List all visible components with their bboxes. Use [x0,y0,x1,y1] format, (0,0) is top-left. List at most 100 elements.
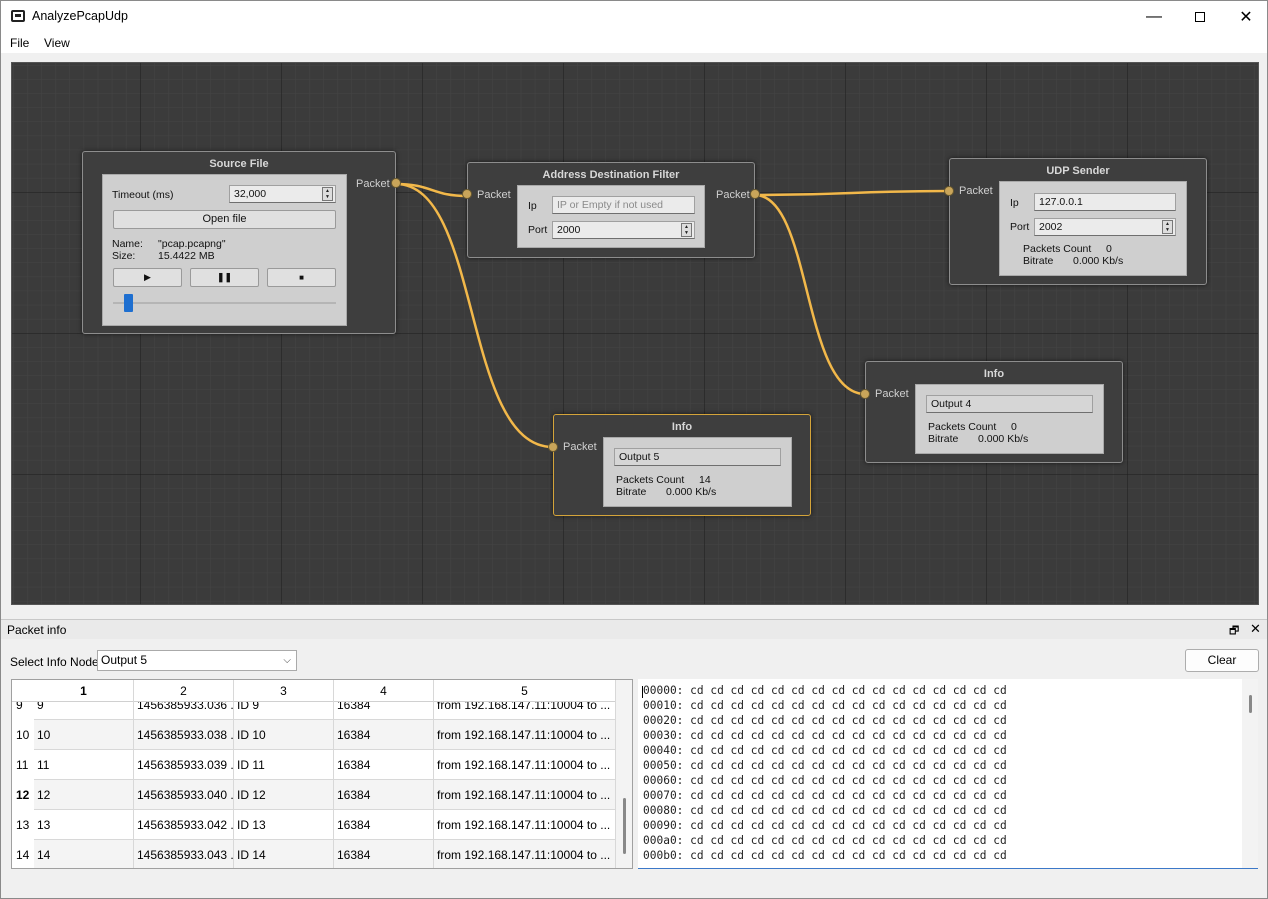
file-size-value: 15.4422 MB [158,250,215,262]
column-header-1[interactable]: 1 [34,680,134,702]
table-row[interactable]: 10 10 1456385933.038 ... ID 10 16384 from 192… [12,720,616,750]
table-cell[interactable]: 1456385933.038 ... [134,720,234,750]
progress-slider-handle[interactable] [123,294,133,312]
table-row[interactable]: 14 14 1456385933.043 ... ID 14 16384 from 192… [12,840,616,868]
spin-arrows-icon[interactable]: ▲ ▼ [1162,220,1173,234]
input-port-dot[interactable] [944,186,954,196]
hex-line: 00020: cd cd cd cd cd cd cd cd cd cd cd … [643,714,1007,727]
output-name-field[interactable]: Output 4 [926,395,1093,413]
row-header[interactable]: 12 [12,780,34,810]
spin-arrows-icon[interactable]: ▲ ▼ [681,223,692,237]
ip-label: Ip [528,200,537,212]
ip-input[interactable]: IP or Empty if not used [552,196,695,214]
table-cell[interactable]: 14 [34,840,134,868]
output-name-field[interactable]: Output 5 [614,448,781,466]
hex-line: 000b0: cd cd cd cd cd cd cd cd cd cd cd … [643,849,1007,862]
output-port-label: Packet [356,178,390,190]
table-cell[interactable]: ID 13 [234,810,334,840]
info-node-select[interactable]: Output 5 ⌵ [97,650,297,671]
output-port-dot[interactable] [391,178,401,188]
table-cell[interactable]: 16384 [334,810,434,840]
table-cell[interactable]: from 192.168.147.11:10004 to ... [434,810,616,840]
timeout-spinbox[interactable]: 32,000 ▲ ▼ [229,185,336,203]
stop-button[interactable]: ■ [267,268,336,287]
column-header-4[interactable]: 4 [334,680,434,702]
table-cell[interactable]: 12 [34,780,134,810]
table-row[interactable]: 13 13 1456385933.042 ... ID 13 16384 from 192… [12,810,616,840]
table-cell[interactable]: 16384 [334,750,434,780]
stop-icon: ■ [299,273,304,282]
ip-input[interactable]: 127.0.0.1 [1034,193,1176,211]
maximize-button[interactable] [1177,1,1223,33]
table-cell[interactable]: ID 10 [234,720,334,750]
hex-view[interactable]: 00000: cd cd cd cd cd cd cd cd cd cd cd … [638,679,1258,869]
column-header-2[interactable]: 2 [134,680,234,702]
play-button[interactable]: ▶ [113,268,182,287]
row-header[interactable]: 13 [12,810,34,840]
hex-line: 00010: cd cd cd cd cd cd cd cd cd cd cd … [643,699,1007,712]
table-cell[interactable]: from 192.168.147.11:10004 to ... [434,780,616,810]
scrollbar-thumb[interactable] [1249,695,1252,713]
port-spinbox[interactable]: 2000 ▲ ▼ [552,221,695,239]
table-row[interactable]: 11 11 1456385933.039 ... ID 11 16384 from 192… [12,750,616,780]
table-vertical-scrollbar[interactable] [616,680,632,868]
table-cell[interactable]: ID 14 [234,840,334,868]
close-dock-icon[interactable]: ✕ [1250,621,1261,637]
hex-line: 00040: cd cd cd cd cd cd cd cd cd cd cd … [643,744,1007,757]
menu-view[interactable]: View [44,36,70,50]
table-cell[interactable]: 16384 [334,720,434,750]
row-header[interactable]: 14 [12,840,34,868]
table-cell[interactable]: 13 [34,810,134,840]
column-header-3[interactable]: 3 [234,680,334,702]
column-header-5[interactable]: 5 [434,680,616,702]
menu-file[interactable]: File [10,36,29,50]
table-cell[interactable]: 16384 [334,780,434,810]
port-spinbox[interactable]: 2002 ▲ ▼ [1034,218,1176,236]
open-file-button[interactable]: Open file [113,210,336,229]
table-cell[interactable]: 11 [34,750,134,780]
bitrate-value: 0.000 Kb/s [978,433,1029,445]
close-button[interactable]: ✕ [1223,1,1268,33]
bitrate-label: Bitrate [616,486,647,498]
row-header[interactable]: 10 [12,720,34,750]
table-cell[interactable]: from 192.168.147.11:10004 to ... [434,750,616,780]
play-icon: ▶ [144,272,151,282]
table-cell[interactable]: 1456385933.040 ... [134,780,234,810]
input-port-dot[interactable] [860,389,870,399]
info-node-output-4[interactable]: Info Packet Output 4 Packets Count 0 Bit… [860,361,1123,463]
address-filter-node[interactable]: Address Destination Filter Packet Packet… [462,162,760,258]
canvas-grid [12,63,1258,604]
node-canvas[interactable]: Source File Packet Timeout (ms) 32,000 ▲… [11,62,1259,605]
table-cell[interactable]: 1456385933.039 ... [134,750,234,780]
input-port-dot[interactable] [462,189,472,199]
udp-sender-node[interactable]: UDP Sender Packet Ip 127.0.0.1 Port 2002… [944,158,1207,285]
info-node-output-5[interactable]: Info Packet Output 5 Packets Count 14 Bi… [548,414,811,516]
input-port-dot[interactable] [548,442,558,452]
spin-arrows-icon[interactable]: ▲ ▼ [322,187,333,201]
output-port-label: Packet [716,189,750,201]
output-port-dot[interactable] [750,189,760,199]
node-title: UDP Sender [1046,165,1110,177]
table-cell[interactable]: 1456385933.042 ... [134,810,234,840]
packet-table[interactable]: 9 9 1456385933.036 ... ID 9 16384 from 192.16… [11,679,633,869]
clear-button[interactable]: Clear [1185,649,1259,672]
table-cell[interactable]: ID 12 [234,780,334,810]
minimize-button[interactable]: — [1131,1,1177,33]
float-dock-icon[interactable]: 🗗 [1229,622,1239,641]
source-file-node[interactable]: Source File Packet Timeout (ms) 32,000 ▲… [82,151,401,334]
hex-vertical-scrollbar[interactable] [1242,679,1258,868]
title-bar[interactable]: AnalyzePcapUdp — ✕ [1,1,1267,33]
pause-button[interactable]: ❚❚ [190,268,259,287]
table-cell[interactable]: from 192.168.147.11:10004 to ... [434,840,616,868]
table-cell[interactable]: ID 11 [234,750,334,780]
table-cell[interactable]: 10 [34,720,134,750]
table-row[interactable]: 12 12 1456385933.040 ... ID 12 16384 from 192… [12,780,616,810]
row-header[interactable]: 11 [12,750,34,780]
table-cell[interactable]: 16384 [334,840,434,868]
packet-info-dock-header[interactable]: Packet info 🗗 ✕ [1,619,1267,639]
table-cell[interactable]: 1456385933.043 ... [134,840,234,868]
hex-line: 00090: cd cd cd cd cd cd cd cd cd cd cd … [643,819,1007,832]
scrollbar-thumb[interactable] [623,798,626,854]
table-cell[interactable]: from 192.168.147.11:10004 to ... [434,720,616,750]
source-file-body: Timeout (ms) 32,000 ▲ ▼ Open file Name: "… [102,174,347,326]
